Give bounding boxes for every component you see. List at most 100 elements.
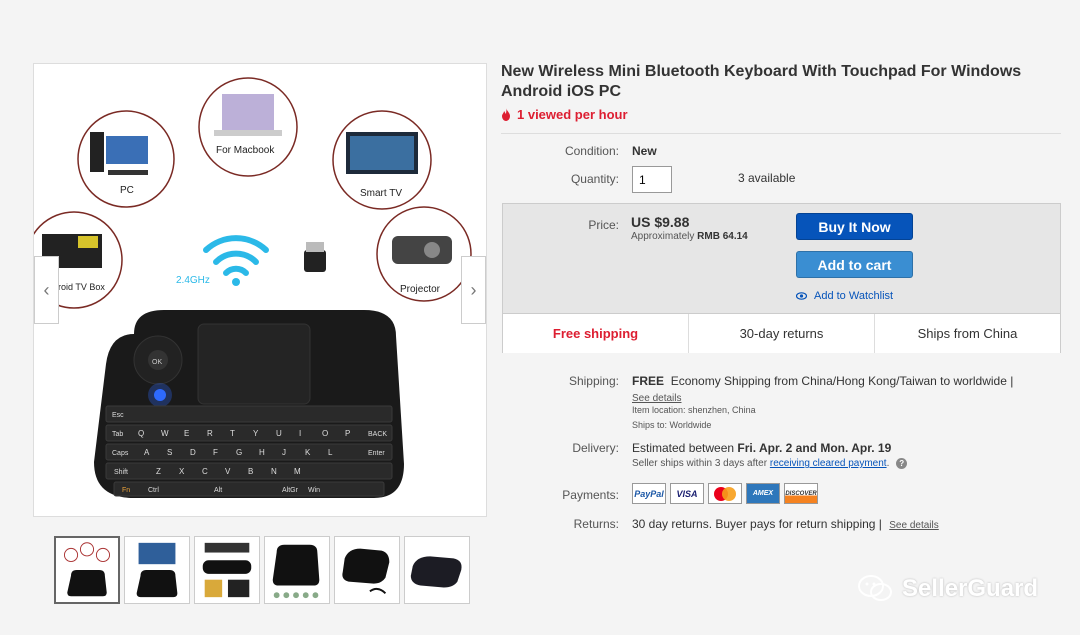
approx-value: RMB 64.14 — [697, 231, 748, 242]
key-altgr: AltGr — [282, 487, 299, 494]
key-v: V — [225, 467, 231, 476]
wifi-icon — [203, 235, 269, 286]
buy-it-now-button[interactable]: Buy It Now — [796, 213, 913, 240]
macbook-circle: For Macbook — [198, 77, 298, 177]
receiving-payment-link[interactable]: receiving cleared payment — [770, 458, 887, 469]
buy-box: Price: US $9.88 Approximately RMB 64.14 … — [502, 203, 1061, 353]
key-t: T — [230, 429, 235, 438]
key-k: K — [305, 448, 311, 457]
usb-dongle — [304, 242, 326, 272]
thumbnail-image — [335, 537, 399, 603]
available-text: 3 available — [738, 171, 796, 185]
key-u: U — [276, 429, 282, 438]
pc-label: PC — [120, 185, 134, 196]
thumbnail-1[interactable] — [54, 536, 120, 604]
watchlist-text: Add to Watchlist — [814, 290, 894, 302]
delivery-label: Delivery: — [572, 441, 619, 455]
key-z: Z — [156, 467, 161, 476]
add-to-cart-button[interactable]: Add to cart — [796, 251, 913, 278]
price-label: Price: — [588, 218, 619, 232]
delivery-prefix: Estimated between — [632, 441, 735, 455]
returns-text: 30 day returns. Buyer pays for return sh… — [632, 517, 882, 531]
shipping-see-details-row: See details — [632, 390, 681, 404]
chevron-right-icon: › — [470, 279, 477, 300]
shipping-text: Economy Shipping from China/Hong Kong/Ta… — [670, 374, 1014, 388]
delivery-estimate: Estimated between Fri. Apr. 2 and Mon. A… — [632, 441, 891, 455]
add-to-watchlist-link[interactable]: Add to Watchlist — [796, 290, 893, 302]
quantity-input[interactable] — [632, 166, 672, 193]
thumbnail-image — [125, 537, 189, 603]
paypal-icon: PayPal — [632, 483, 666, 504]
previous-image-button[interactable]: ‹ — [34, 256, 59, 324]
watermark: SellerGuard — [858, 574, 1038, 604]
ghz-label: 2.4GHz — [176, 275, 210, 286]
product-photo: PC For Macbook Smart TV Android TV Box P… — [34, 77, 472, 498]
pc-circle: PC — [77, 110, 175, 208]
ships-from-feature: Ships from China — [917, 326, 1018, 341]
key-q: Q — [138, 429, 144, 438]
discover-icon: DISCOVER — [784, 483, 818, 504]
key-n: N — [271, 467, 277, 476]
delivery-date-end: Mon. Apr. 19 — [820, 441, 892, 455]
key-back: BACK — [368, 431, 387, 438]
key-j: J — [282, 448, 286, 457]
key-s: S — [167, 448, 172, 457]
thumbnail-image — [56, 538, 118, 602]
chevron-left-icon: ‹ — [43, 279, 50, 300]
help-icon[interactable]: ? — [896, 458, 908, 469]
feature-strip: Free shipping 30-day returns Ships from … — [503, 313, 1060, 353]
key-i: I — [299, 429, 301, 438]
visa-icon: VISA — [670, 483, 704, 504]
key-o: O — [322, 429, 328, 438]
returns-line: 30 day returns. Buyer pays for return sh… — [632, 517, 939, 531]
shipping-line: FREE Economy Shipping from China/Hong Ko… — [632, 374, 1013, 388]
mastercard-icon — [708, 483, 742, 504]
key-e: E — [184, 429, 189, 438]
key-shift: Shift — [114, 469, 128, 476]
thumbnail-5[interactable] — [334, 536, 400, 604]
quantity-label: Quantity: — [570, 172, 619, 186]
shipping-see-details-link[interactable]: See details — [632, 393, 681, 404]
thumbnail-2[interactable] — [124, 536, 190, 604]
key-w: W — [161, 429, 169, 438]
flame-icon — [502, 108, 510, 121]
seller-ships-period: . — [886, 458, 890, 470]
paypal-text: PayPal — [634, 488, 664, 499]
key-a: A — [144, 448, 150, 457]
returns-see-details-link[interactable]: See details — [889, 520, 938, 531]
thumbnail-3[interactable] — [194, 536, 260, 604]
main-product-image[interactable]: PC For Macbook Smart TV Android TV Box P… — [33, 63, 487, 517]
key-b: B — [248, 467, 253, 476]
smart-tv-label: Smart TV — [360, 188, 402, 199]
key-d: D — [190, 448, 196, 457]
wechat-icon — [858, 575, 892, 601]
returns-feature: 30-day returns — [689, 314, 875, 353]
thumbnail-4[interactable] — [264, 536, 330, 604]
key-x: X — [179, 467, 185, 476]
payment-methods: PayPal VISA AMEX DISCOVER — [632, 483, 818, 504]
watermark-text: SellerGuard — [902, 575, 1039, 602]
projector-label: Projector — [400, 284, 441, 295]
thumbnail-image — [405, 537, 469, 603]
approx-prefix: Approximately — [631, 231, 695, 242]
ok-key: OK — [152, 359, 162, 366]
key-alt: Alt — [214, 487, 222, 494]
thumbnail-strip — [54, 536, 470, 604]
condition-label: Condition: — [564, 144, 619, 158]
keyboard-image: OK Esc Tab Caps Shift Fn Ctrl Alt AltGr … — [94, 310, 404, 498]
eye-icon — [796, 292, 807, 300]
thumbnail-6[interactable] — [404, 536, 470, 604]
amex-icon: AMEX — [746, 483, 780, 504]
projector-circle: Projector — [376, 206, 472, 302]
key-enter: Enter — [368, 450, 385, 457]
next-image-button[interactable]: › — [461, 256, 486, 324]
key-y: Y — [253, 429, 259, 438]
discover-text: DISCOVER — [785, 490, 817, 497]
key-p: P — [345, 429, 350, 438]
key-l: L — [328, 448, 333, 457]
key-caps: Caps — [112, 450, 129, 457]
key-m: M — [294, 467, 301, 476]
shipping-free: FREE — [632, 374, 665, 388]
title-divider — [501, 133, 1061, 134]
product-title: New Wireless Mini Bluetooth Keyboard Wit… — [501, 63, 1022, 100]
